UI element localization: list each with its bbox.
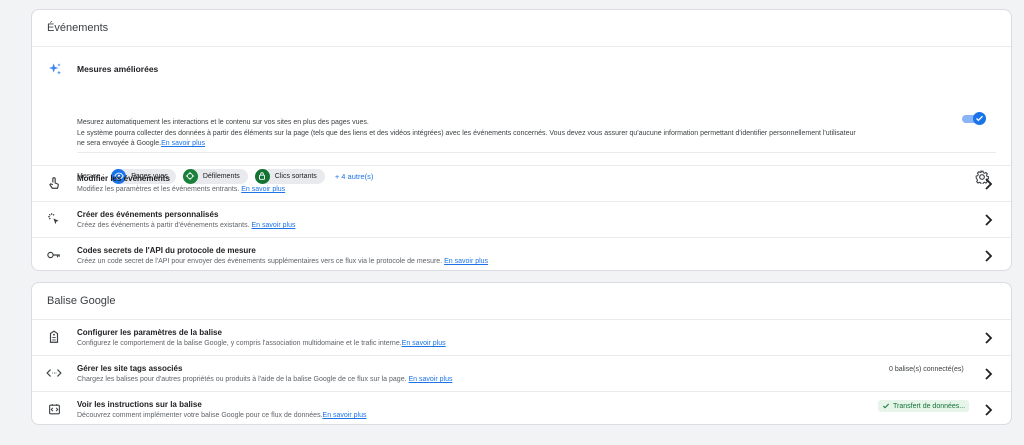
description-line-3: ne sera envoyée à Google.: [77, 140, 162, 147]
key-icon: [46, 247, 62, 263]
enhanced-measurement-toggle[interactable]: [962, 112, 988, 126]
description-line-1: Mesurez automatiquement les interactions…: [77, 119, 369, 126]
code-box-icon: [46, 401, 62, 417]
description-line-2: Le système pourra collecter des données …: [77, 129, 856, 137]
row-manage-site-tags[interactable]: Gérer les site tags associés Chargez les…: [32, 356, 1011, 392]
divider: [77, 152, 996, 153]
row-description-text: Découvrez comment implémenter votre bali…: [77, 412, 323, 419]
row-description: Découvrez comment implémenter votre bali…: [77, 412, 367, 419]
row-tag-instructions[interactable]: Voir les instructions sur la balise Déco…: [32, 392, 1011, 424]
learn-more-link[interactable]: En savoir plus: [409, 376, 453, 383]
row-title: Voir les instructions sur la balise: [77, 400, 202, 409]
row-description-text: Créez des événements à partir d'événemen…: [77, 222, 250, 229]
code-icon: [46, 365, 62, 381]
data-transfer-status-badge: Transfert de données...: [878, 400, 970, 412]
row-create-custom-events[interactable]: Créer des événements personnalisés Créez…: [32, 202, 1011, 238]
chevron-right-icon[interactable]: [983, 213, 993, 231]
chevron-right-icon[interactable]: [983, 367, 993, 385]
row-api-secrets[interactable]: Codes secrets de l'API du protocole de m…: [32, 238, 1011, 270]
row-title: Gérer les site tags associés: [77, 364, 183, 373]
sparkle-icon: [47, 62, 63, 83]
row-description: Créez un code secret de l'API pour envoy…: [77, 258, 488, 265]
row-description-text: Chargez les balises pour d'autres propri…: [77, 376, 407, 383]
row-description: Chargez les balises pour d'autres propri…: [77, 376, 452, 383]
row-title: Codes secrets de l'API du protocole de m…: [77, 246, 256, 255]
row-configure-tag[interactable]: Configurer les paramètres de la balise C…: [32, 320, 1011, 356]
enhanced-measurement-title: Mesures améliorées: [77, 64, 159, 74]
toggle-thumb: [973, 112, 986, 125]
status-text: Transfert de données...: [893, 402, 966, 410]
enhanced-measurement-section: Mesures améliorées Mesurez automatiqueme…: [32, 47, 1011, 185]
chevron-right-icon[interactable]: [983, 403, 993, 421]
google-tag-header: Balise Google: [32, 283, 1011, 320]
learn-more-link[interactable]: En savoir plus: [444, 258, 488, 265]
row-modify-events[interactable]: Modifier les événements Modifiez les par…: [32, 166, 1011, 202]
row-description-text: Modifiez les paramètres et les événement…: [77, 186, 240, 193]
row-title: Modifier les événements: [77, 174, 170, 183]
learn-more-link[interactable]: En savoir plus: [252, 222, 296, 229]
status-badge: Transfert de données...: [878, 400, 970, 412]
click-sparkle-icon: [46, 211, 62, 227]
learn-more-link[interactable]: En savoir plus: [402, 340, 446, 347]
chevron-right-icon[interactable]: [983, 249, 993, 267]
tag-icon: [46, 329, 62, 345]
learn-more-link[interactable]: En savoir plus: [161, 140, 205, 147]
row-description: Modifiez les paramètres et les événement…: [77, 186, 285, 193]
events-header: Événements: [32, 10, 1011, 47]
learn-more-link[interactable]: En savoir plus: [323, 412, 367, 419]
learn-more-link[interactable]: En savoir plus: [241, 186, 285, 193]
row-title: Créer des événements personnalisés: [77, 210, 219, 219]
row-description-text: Créez un code secret de l'API pour envoy…: [77, 258, 443, 265]
events-card: Événements Mesures améliorées Mesurez au…: [31, 9, 1012, 271]
check-icon: [882, 403, 890, 409]
chevron-right-icon[interactable]: [983, 331, 993, 349]
row-description: Créez des événements à partir d'événemen…: [77, 222, 295, 229]
connected-tags-count: 0 balise(s) connecté(es): [889, 366, 964, 373]
enhanced-measurement-description: Mesurez automatiquement les interactions…: [77, 118, 937, 150]
chevron-right-icon[interactable]: [983, 177, 993, 195]
check-icon: [976, 115, 983, 122]
row-description: Configurez le comportement de la balise …: [77, 340, 446, 347]
row-title: Configurer les paramètres de la balise: [77, 328, 222, 337]
touch-icon: [46, 175, 62, 191]
google-tag-card: Balise Google Configurer les paramètres …: [31, 282, 1012, 425]
row-description-text: Configurez le comportement de la balise …: [77, 340, 402, 347]
